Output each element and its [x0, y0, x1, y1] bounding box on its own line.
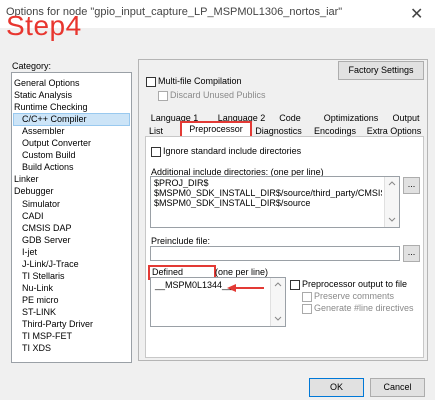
discard-checkbox[interactable]: [158, 91, 168, 101]
scroll-down-icon[interactable]: [274, 316, 282, 322]
include-scrollbar[interactable]: [384, 177, 399, 227]
category-item[interactable]: Static Analysis: [14, 90, 72, 101]
category-item[interactable]: Nu-Link: [22, 283, 53, 294]
factory-settings-button[interactable]: Factory Settings: [338, 61, 424, 80]
category-item[interactable]: CADI: [22, 211, 44, 222]
category-item[interactable]: PE micro: [22, 295, 59, 306]
category-item-selected[interactable]: C/C++ Compiler: [13, 113, 130, 126]
category-list[interactable]: General Options Static Analysis Runtime …: [11, 72, 132, 363]
pp-output-label: Preprocessor output to file: [302, 279, 408, 289]
ok-button[interactable]: OK: [309, 378, 364, 397]
cancel-button[interactable]: Cancel: [370, 378, 425, 397]
category-item[interactable]: J-Link/J-Trace: [22, 259, 79, 270]
include-dir-line: $MSPM0_SDK_INSTALL_DIR$/source: [154, 198, 311, 208]
generate-line-checkbox[interactable]: [302, 304, 312, 314]
category-item[interactable]: CMSIS DAP: [22, 223, 72, 234]
category-item[interactable]: Assembler: [22, 126, 65, 137]
preinclude-browse-button[interactable]: ...: [403, 245, 420, 262]
scroll-up-icon[interactable]: [274, 281, 282, 287]
category-item[interactable]: Build Actions: [22, 162, 74, 173]
category-item[interactable]: TI XDS: [22, 343, 51, 354]
tab-output[interactable]: Output: [386, 112, 426, 124]
category-item[interactable]: TI MSP-FET: [22, 331, 72, 342]
red-arrow-icon: [227, 284, 264, 292]
pp-output-checkbox[interactable]: [290, 280, 300, 290]
defined-symbols-suffix: (one per line): [215, 267, 269, 277]
category-item[interactable]: General Options: [14, 78, 80, 89]
ignore-std-checkbox[interactable]: [151, 147, 161, 157]
category-item[interactable]: Debugger: [14, 186, 54, 197]
close-icon[interactable]: ✕: [410, 4, 423, 24]
preinclude-input[interactable]: [150, 246, 400, 261]
category-item[interactable]: ST-LINK: [22, 307, 56, 318]
category-item[interactable]: GDB Server: [22, 235, 71, 246]
defined-scrollbar[interactable]: [270, 278, 285, 326]
category-item[interactable]: TI Stellaris: [22, 271, 65, 282]
category-item[interactable]: Simulator: [22, 199, 60, 210]
ignore-std-label: Ignore standard include directories: [163, 146, 302, 156]
step-annotation: Step4: [6, 10, 82, 41]
category-item[interactable]: Third-Party Driver: [22, 319, 93, 330]
scroll-down-icon[interactable]: [388, 217, 396, 223]
multifile-label: Multi-file Compilation: [158, 76, 242, 86]
category-label: Category:: [12, 61, 52, 71]
category-item[interactable]: Output Converter: [22, 138, 91, 149]
discard-label: Discard Unused Publics: [170, 90, 266, 100]
category-item[interactable]: Runtime Checking: [14, 102, 88, 113]
preinclude-label: Preinclude file:: [151, 236, 211, 246]
include-dirs-textarea[interactable]: $PROJ_DIR$ $MSPM0_SDK_INSTALL_DIR$/sourc…: [150, 176, 400, 228]
preserve-comments-label: Preserve comments: [314, 291, 395, 301]
tab-code[interactable]: Code: [272, 112, 308, 124]
preserve-comments-checkbox[interactable]: [302, 292, 312, 302]
multifile-checkbox[interactable]: [146, 77, 156, 87]
defined-symbol-value: __MSPM0L1344__: [155, 280, 233, 290]
include-dir-line: $MSPM0_SDK_INSTALL_DIR$/source/third_par…: [154, 188, 382, 198]
generate-line-label: Generate #line directives: [314, 303, 414, 313]
category-item[interactable]: Linker: [14, 174, 39, 185]
category-item[interactable]: Custom Build: [22, 150, 76, 161]
category-item[interactable]: I-jet: [22, 247, 37, 258]
scroll-up-icon[interactable]: [388, 180, 396, 186]
include-dir-line: $PROJ_DIR$: [154, 178, 209, 188]
tab-optimizations[interactable]: Optimizations: [320, 112, 382, 124]
include-browse-button[interactable]: ...: [403, 177, 420, 194]
